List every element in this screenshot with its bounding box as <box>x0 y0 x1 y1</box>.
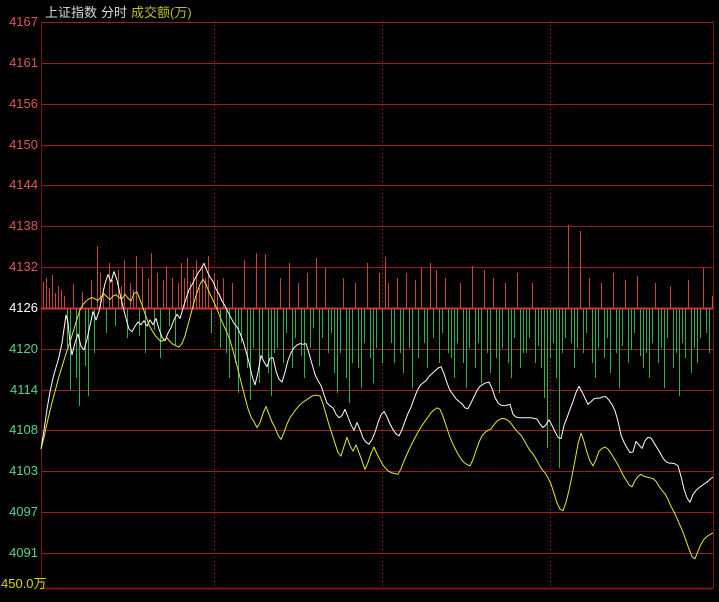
y-axis-label: 4097 <box>9 504 38 519</box>
y-axis-label: 4103 <box>9 463 38 478</box>
y-axis-label: 4161 <box>9 55 38 70</box>
y-axis-label: 4156 <box>9 96 38 111</box>
volume-scale-label: 450.0万 <box>1 576 47 591</box>
y-axis-label: 4120 <box>9 341 38 356</box>
y-axis-label: 4138 <box>9 218 38 233</box>
y-axis-label: 4150 <box>9 137 38 152</box>
intraday-chart-window: 上证指数 分时 成交额(万) 4167 4161 4156 4150 4144 4138 4… <box>0 0 719 602</box>
y-axis-label: 4132 <box>9 259 38 274</box>
y-axis-label: 4114 <box>10 382 38 397</box>
intraday-chart-canvas[interactable] <box>0 0 719 602</box>
y-axis-label: 4108 <box>9 422 38 437</box>
y-axis-label: 4144 <box>9 177 38 192</box>
price-line-white <box>40 262 714 503</box>
y-axis-label: 4091 <box>9 545 38 560</box>
y-axis-label: 4167 <box>9 14 38 29</box>
y-axis-label: 4126 <box>9 300 38 315</box>
